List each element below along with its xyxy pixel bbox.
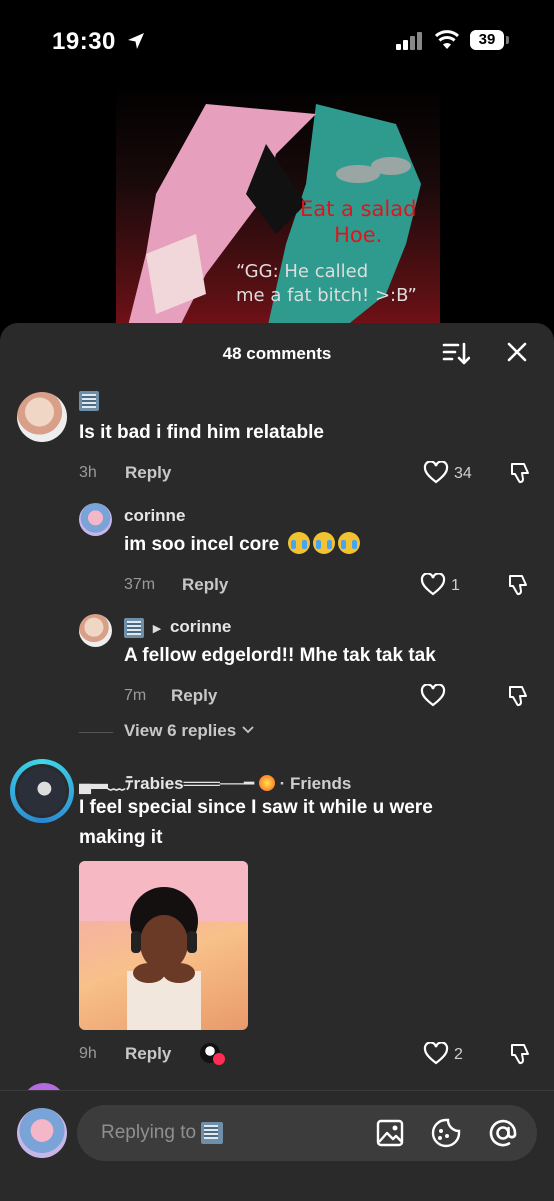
location-arrow-icon xyxy=(128,33,144,49)
status-time: 19:30 xyxy=(52,28,116,55)
dislike-icon[interactable] xyxy=(506,573,530,597)
image-icon[interactable] xyxy=(376,1119,404,1147)
comment-time: 9h xyxy=(79,1045,97,1062)
reply-button[interactable]: Reply xyxy=(125,463,171,483)
avatar[interactable] xyxy=(79,614,112,647)
sheet-header: 48 comments xyxy=(0,323,554,381)
dislike-icon[interactable] xyxy=(508,1042,532,1066)
dislike-icon[interactable] xyxy=(506,684,530,708)
comment-input[interactable]: Replying to xyxy=(77,1105,537,1161)
reply-button[interactable]: Reply xyxy=(171,686,217,706)
avatar[interactable] xyxy=(17,392,67,442)
sob-emoji-icon xyxy=(312,532,335,554)
comment-text: A fellow edgelord!! Mhe tak tak tak xyxy=(124,645,436,666)
sob-emoji-icon xyxy=(337,532,360,554)
comment-text: im soo incel core xyxy=(124,530,360,560)
comment-time: 37m xyxy=(124,576,156,593)
like-count: 34 xyxy=(454,465,472,482)
username[interactable]: ▄▬﹏ﾃrabies═══──━ · Friends xyxy=(79,769,351,794)
comment-text: I feel special since I saw it while u we… xyxy=(79,797,433,848)
fire-emoji-icon xyxy=(258,775,275,791)
gif-artwork xyxy=(79,861,248,1030)
battery-icon: 39 xyxy=(470,30,504,50)
heart-emoji-icon xyxy=(213,1053,225,1065)
xray-badge-icon xyxy=(79,390,99,411)
xray-badge-icon xyxy=(201,1122,224,1144)
username-xray[interactable] xyxy=(79,390,99,411)
video-frame: Eat a salad Hoe. “GG: He called me a fat… xyxy=(116,84,440,334)
comment-gif[interactable] xyxy=(79,861,248,1030)
video-caption-white: “GG: He called me a fat bitch! >:B” xyxy=(236,261,417,306)
heart-icon[interactable] xyxy=(423,1042,449,1066)
close-icon[interactable] xyxy=(506,341,528,363)
avatar-story-ring[interactable] xyxy=(10,759,74,823)
reply-button[interactable]: Reply xyxy=(125,1044,171,1064)
creator-liked-icon xyxy=(200,1041,226,1067)
reply-button[interactable]: Reply xyxy=(182,575,228,595)
reply-arrow: ▶ xyxy=(152,623,162,635)
like-count: 1 xyxy=(451,577,460,594)
comment-input-bar: Replying to xyxy=(0,1090,554,1201)
mention-icon[interactable] xyxy=(488,1118,518,1148)
heart-icon[interactable] xyxy=(423,461,449,485)
dislike-icon[interactable] xyxy=(508,461,532,485)
username[interactable]: corinne xyxy=(124,506,185,526)
battery-cap xyxy=(506,36,509,44)
view-replies-button[interactable]: View 6 replies xyxy=(124,721,255,741)
heart-icon[interactable] xyxy=(420,573,446,597)
signal-icon xyxy=(396,32,426,50)
comment-text: Is it bad i find him relatable xyxy=(79,422,324,443)
like-count: 2 xyxy=(454,1046,463,1063)
comment-time: 7m xyxy=(124,687,147,704)
avatar[interactable] xyxy=(79,503,112,536)
input-placeholder: Replying to xyxy=(101,1122,224,1144)
xray-badge-icon xyxy=(124,617,144,638)
sort-icon[interactable] xyxy=(442,341,470,367)
heart-icon[interactable] xyxy=(420,684,446,708)
chevron-down-icon xyxy=(242,726,254,734)
video-caption-red: Eat a salad Hoe. xyxy=(300,197,417,247)
comments-sheet: 48 comments Is it bad i find him relatab… xyxy=(0,323,554,1200)
wifi-icon xyxy=(434,30,460,49)
video-preview[interactable]: Eat a salad Hoe. “GG: He called me a fat… xyxy=(0,84,554,334)
sob-emoji-icon xyxy=(287,532,310,554)
avatar-image xyxy=(18,767,66,815)
comment-time: 3h xyxy=(79,464,97,481)
status-bar: 19:30 39 xyxy=(0,0,554,84)
comment-count: 48 comments xyxy=(222,344,332,363)
sticker-icon[interactable] xyxy=(431,1118,461,1148)
my-avatar[interactable] xyxy=(17,1108,67,1158)
thread-line xyxy=(79,732,113,733)
reply-header[interactable]: ▶ corinne xyxy=(124,617,231,638)
avatar xyxy=(15,764,69,818)
